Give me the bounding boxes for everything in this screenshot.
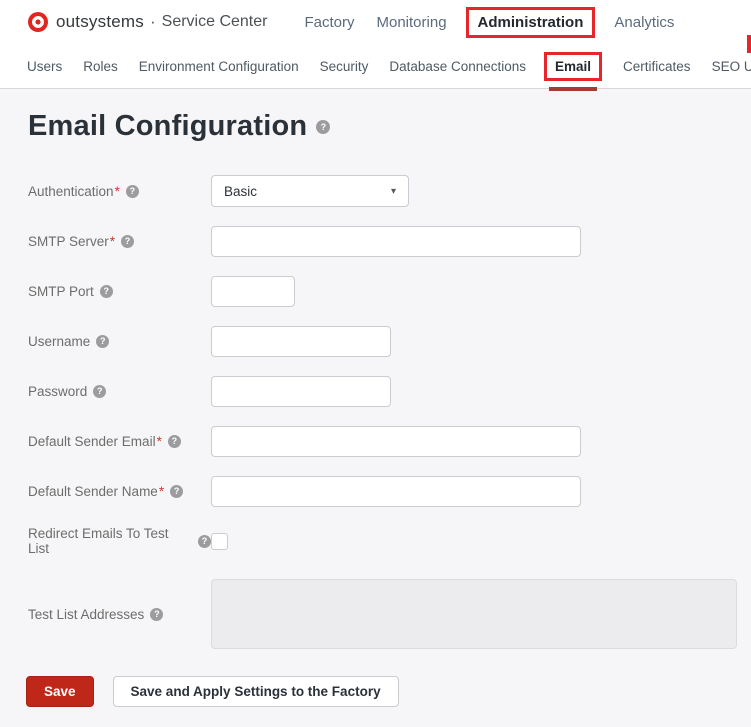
required-marker: * [115, 184, 120, 199]
required-marker: * [159, 484, 164, 499]
top-nav: Factory Monitoring Administration Analytics [293, 7, 685, 38]
field-row-smtp-server: SMTP Server*? [0, 225, 751, 257]
top-nav-item-monitoring[interactable]: Monitoring [377, 14, 447, 31]
field-label: Test List Addresses? [28, 607, 211, 622]
field-label: Redirect Emails To Test List? [28, 526, 211, 556]
smtp-port-input[interactable] [211, 276, 295, 307]
help-icon[interactable]: ? [170, 485, 183, 498]
sub-nav-item-seo-urls[interactable]: SEO URLs [712, 59, 751, 74]
form-buttons: Save Save and Apply Settings to the Facto… [0, 676, 751, 707]
field-label-text: Authentication [28, 184, 114, 199]
sub-nav-item-certificates[interactable]: Certificates [623, 59, 691, 74]
help-icon[interactable]: ? [96, 335, 109, 348]
help-icon[interactable]: ? [150, 608, 163, 621]
email-configuration-form: Authentication*?Basic▾SMTP Server*?SMTP … [0, 175, 751, 649]
field-label: Default Sender Email*? [28, 434, 211, 449]
field-label-text: Default Sender Email [28, 434, 156, 449]
top-nav-item-analytics[interactable]: Analytics [614, 14, 674, 31]
email-configuration-page: Email Configuration ? Authentication*?Ba… [0, 89, 751, 727]
field-row-username: Username? [0, 325, 751, 357]
selected-value: Basic [224, 184, 257, 199]
test-list-addresses-textarea [211, 579, 737, 649]
redirect-emails-checkbox[interactable] [211, 533, 228, 550]
field-label-text: Password [28, 384, 87, 399]
help-icon[interactable]: ? [100, 285, 113, 298]
top-nav-item-factory[interactable]: Factory [304, 14, 354, 31]
help-icon[interactable]: ? [316, 120, 330, 134]
field-label-text: SMTP Server [28, 234, 109, 249]
field-row-default-sender-email: Default Sender Email*? [0, 425, 751, 457]
sub-nav-item-users[interactable]: Users [27, 59, 62, 74]
sub-nav-item-roles[interactable]: Roles [83, 59, 118, 74]
help-icon[interactable]: ? [126, 185, 139, 198]
top-nav-item-administration[interactable]: Administration [466, 7, 596, 38]
password-input[interactable] [211, 376, 391, 407]
required-marker: * [157, 434, 162, 449]
default-sender-name-input[interactable] [211, 476, 581, 507]
field-label: SMTP Port? [28, 284, 211, 299]
field-row-redirect-emails: Redirect Emails To Test List? [0, 525, 751, 557]
admin-sub-nav: Users Roles Environment Configuration Secur… [0, 44, 751, 89]
page-title-row: Email Configuration ? [0, 110, 751, 143]
save-button[interactable]: Save [26, 676, 94, 707]
required-marker: * [110, 234, 115, 249]
field-label-text: SMTP Port [28, 284, 94, 299]
sub-nav-item-database-connections[interactable]: Database Connections [389, 59, 526, 74]
brand-name: outsystems [56, 12, 144, 32]
help-icon[interactable]: ? [168, 435, 181, 448]
sub-nav-item-email[interactable]: Email [544, 52, 602, 81]
help-icon[interactable]: ? [93, 385, 106, 398]
page-title: Email Configuration [28, 110, 307, 143]
field-row-password: Password? [0, 375, 751, 407]
field-label: Default Sender Name*? [28, 484, 211, 499]
chevron-down-icon: ▾ [391, 186, 396, 197]
username-input[interactable] [211, 326, 391, 357]
field-label: Authentication*? [28, 184, 211, 199]
top-header: outsystems · Service Center Factory Monit… [0, 0, 751, 44]
save-apply-button[interactable]: Save and Apply Settings to the Factory [113, 676, 399, 707]
field-label-text: Redirect Emails To Test List [28, 526, 192, 556]
field-label: Username? [28, 334, 211, 349]
brand-separator: · [150, 12, 156, 32]
sub-nav-item-security[interactable]: Security [320, 59, 369, 74]
authentication-select[interactable]: Basic ▾ [211, 175, 409, 207]
annotation-fragment [747, 35, 751, 53]
field-label-text: Test List Addresses [28, 607, 144, 622]
field-row-authentication: Authentication*? Basic ▾ [0, 175, 751, 207]
field-row-test-list-addresses: Test List Addresses? [0, 579, 751, 649]
sub-nav-item-environment-configuration[interactable]: Environment Configuration [139, 59, 299, 74]
field-row-smtp-port: SMTP Port? [0, 275, 751, 307]
field-label: Password? [28, 384, 211, 399]
field-label-text: Default Sender Name [28, 484, 158, 499]
field-label: SMTP Server*? [28, 234, 211, 249]
field-row-default-sender-name: Default Sender Name*? [0, 475, 751, 507]
help-icon[interactable]: ? [198, 535, 211, 548]
smtp-server-input[interactable] [211, 226, 581, 257]
default-sender-email-input[interactable] [211, 426, 581, 457]
field-label-text: Username [28, 334, 90, 349]
outsystems-logo-icon [28, 12, 48, 32]
help-icon[interactable]: ? [121, 235, 134, 248]
product-name: Service Center [162, 13, 268, 31]
